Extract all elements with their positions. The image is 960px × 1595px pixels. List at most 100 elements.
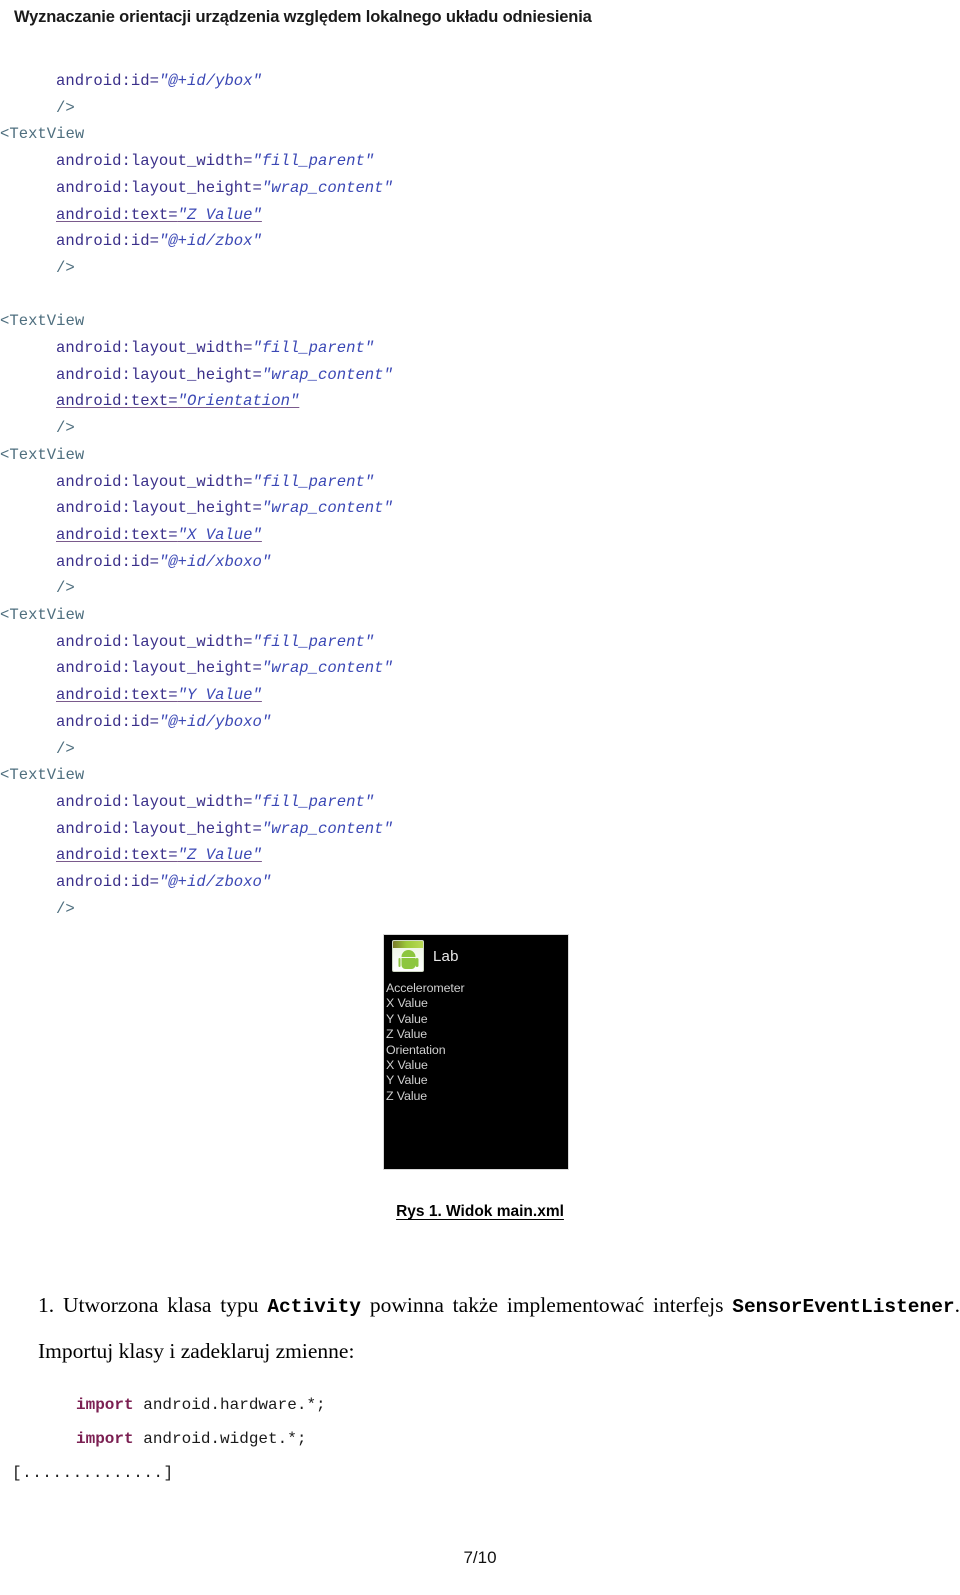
code-token-tag: <TextView [0,606,85,625]
code-line: android:layout_width="fill_parent" [0,335,600,362]
code-token-tag: /> [56,899,75,918]
code-line: android:text="X Value" [0,522,600,549]
paragraph-text-1: Utworzona klasa typu [62,1293,259,1317]
code-token-val: "fill_parent" [252,792,375,811]
emulator-list-item: Y Value [386,1011,428,1026]
figure-caption: Rys 1. Widok main.xml [0,1203,960,1221]
code-token-val: "X Value" [177,525,262,544]
android-robot-icon [398,950,418,970]
code-token-tag: /> [56,579,75,598]
code-token-val: "@+id/xboxo" [158,552,272,571]
code-token-val: "@+id/zbox" [158,232,262,251]
code-line: android:id="@+id/ybox" [0,68,600,95]
code-token-val: "wrap_content" [261,819,393,838]
code-line: android:text="Z Value" [0,202,600,229]
code-token-attr: android:id= [56,552,159,571]
code-token-attr: android:text= [56,392,178,411]
xml-code-block: android:id="@+id/ybox"/> <TextView android… [0,68,600,923]
import-package: android.widget.*; [133,1430,307,1448]
code-token-attr: android:text= [56,205,178,224]
emulator-app-title: Lab [433,947,459,965]
code-line: android:layout_width="fill_parent" [0,469,600,496]
code-token-tag: <TextView [0,445,85,464]
code-line: /> [0,896,600,923]
inline-code-activity: Activity [267,1296,361,1318]
code-line: <TextView [0,762,600,789]
code-token-attr: android:id= [56,72,159,90]
code-token-val: "fill_parent" [252,632,375,651]
code-token-val: "@+id/ybox" [158,72,262,90]
page-number: 7/10 [463,1548,497,1567]
page-title: Wyznaczanie orientacji urządzenia względ… [14,8,592,26]
inline-code-sensoreventlistener: SensorEventListener [732,1296,955,1318]
code-line: /> [0,575,600,602]
code-line: android:layout_height="wrap_content" [0,175,600,202]
code-token-attr: android:layout_width= [56,632,253,651]
code-line: android:text="Y Value" [0,682,600,709]
android-app-icon [392,940,424,972]
app-icon-stripe [393,941,423,948]
emulator-list-item: X Value [386,1058,428,1073]
code-line: /> [0,415,600,442]
code-line: <TextView [0,442,600,469]
code-token-val: "fill_parent" [252,152,375,171]
droid-body [401,958,415,969]
code-ellipsis-line: [..............] [12,1464,174,1482]
code-token-val: "Orientation" [177,392,300,411]
emulator-screenshot-figure: Lab Accelerometer X Value Y Value Z Value Or… [383,934,569,1170]
code-token-tag: /> [56,419,75,438]
import-line: import android.widget.*; [76,1422,676,1456]
emulator-list-item: Orientation [386,1042,446,1057]
code-line: /> [0,736,600,763]
code-token-attr: android:layout_width= [56,472,253,491]
code-token-val: "Y Value" [177,686,262,705]
code-token-tag: /> [56,258,75,277]
emulator-list-item: Z Value [386,1027,428,1042]
paragraph-text-2: powinna także implementować interfejs [369,1293,724,1317]
code-line: android:layout_width="fill_parent" [0,148,600,175]
emulator-title-bar: Lab [384,935,568,977]
code-line: android:layout_height="wrap_content" [0,816,600,843]
code-token-val: "fill_parent" [252,472,375,491]
code-line: android:layout_width="fill_parent" [0,789,600,816]
code-line: /> [0,95,600,122]
emulator-list-item: X Value [386,996,428,1011]
code-token-attr: android:text= [56,686,178,705]
droid-head [401,950,415,957]
emulator-textview-list: Accelerometer X Value Y Value Z Value Orient… [386,981,564,1104]
figure-caption-text: Rys 1. Widok main.xml [396,1203,564,1220]
emulator-list-item: Y Value [386,1073,428,1088]
code-token-attr: android:layout_width= [56,152,253,171]
code-line: <TextView [0,308,600,335]
import-code-block: import android.hardware.*; import android… [76,1388,676,1456]
import-line: import android.hardware.*; [76,1388,676,1422]
list-marker: 1. [38,1293,55,1317]
emulator-list-item: Accelerometer [386,981,465,995]
droid-arm-left [398,958,401,967]
code-token-attr: android:layout_height= [56,365,262,384]
code-token-tag: <TextView [0,125,85,144]
code-line: android:layout_height="wrap_content" [0,655,600,682]
code-token-val: "wrap_content" [261,659,393,678]
code-line: <TextView [0,602,600,629]
code-line: android:id="@+id/zboxo" [0,869,600,896]
code-token-attr: android:layout_height= [56,499,262,518]
code-token-attr: android:layout_height= [56,659,262,678]
droid-arm-right [415,958,418,967]
code-token-attr: android:layout_height= [56,178,262,197]
emulator-list-item: Z Value [386,1088,428,1103]
code-line: android:layout_height="wrap_content" [0,495,600,522]
code-token-tag: <TextView [0,312,85,331]
code-line: android:id="@+id/yboxo" [0,709,600,736]
import-keyword: import [76,1396,134,1414]
import-package: android.hardware.*; [133,1396,326,1414]
code-token-attr: android:text= [56,525,178,544]
numbered-item-paragraph: 1. Utworzona klasa typu Activity powinna… [38,1283,960,1373]
code-token-val: "Z Value" [177,205,262,224]
code-token-val: "@+id/yboxo" [158,712,272,731]
code-token-tag: /> [56,98,75,117]
code-token-val: "wrap_content" [261,178,393,197]
code-token-attr: android:layout_width= [56,339,253,358]
code-token-tag: /> [56,739,75,758]
